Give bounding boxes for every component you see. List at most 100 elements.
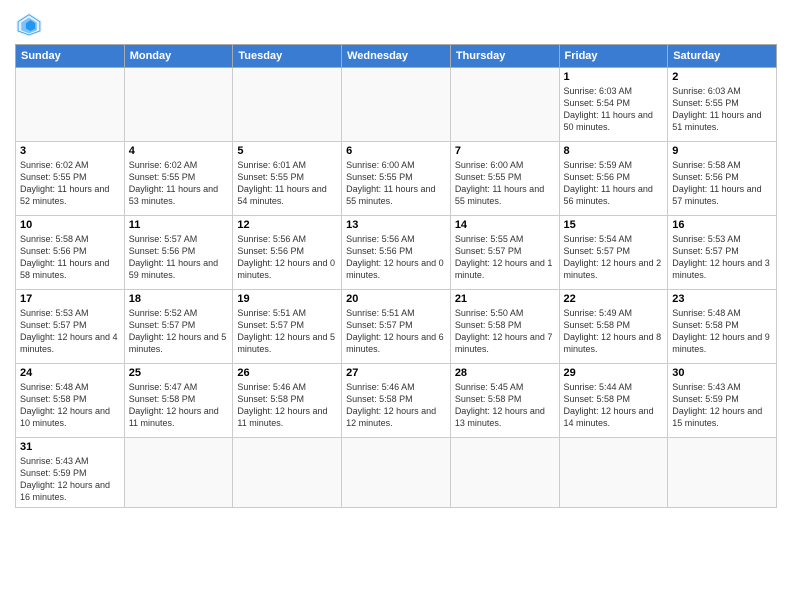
calendar-cell: 11 Sunrise: 5:57 AM Sunset: 5:56 PM Dayli… [124,216,233,290]
day-number: 15 [564,219,664,231]
calendar-cell: 4 Sunrise: 6:02 AM Sunset: 5:55 PM Daylig… [124,142,233,216]
calendar-cell [16,68,125,142]
day-info: Sunrise: 5:43 AM Sunset: 5:59 PM Dayligh… [20,455,120,504]
weekday-header-sunday: Sunday [16,45,125,68]
day-info: Sunrise: 5:59 AM Sunset: 5:56 PM Dayligh… [564,159,664,208]
day-number: 18 [129,293,229,305]
calendar-cell: 28Sunrise: 5:45 AM Sunset: 5:58 PM Dayli… [450,364,559,438]
calendar-cell: 25Sunrise: 5:47 AM Sunset: 5:58 PM Dayli… [124,364,233,438]
weekday-header-tuesday: Tuesday [233,45,342,68]
calendar-cell: 7 Sunrise: 6:00 AM Sunset: 5:55 PM Daylig… [450,142,559,216]
day-number: 6 [346,145,446,157]
day-info: Sunrise: 6:01 AM Sunset: 5:55 PM Dayligh… [237,159,337,208]
day-number: 14 [455,219,555,231]
week-row-4: 17 Sunrise: 5:53 AM Sunset: 5:57 PM Dayli… [16,290,777,364]
day-number: 30 [672,367,772,379]
day-number: 12 [237,219,337,231]
calendar-cell: 19 Sunrise: 5:51 AM Sunset: 5:57 PM Dayli… [233,290,342,364]
day-info: Sunrise: 6:00 AM Sunset: 5:55 PM Dayligh… [455,159,555,208]
day-number: 4 [129,145,229,157]
calendar-cell: 30Sunrise: 5:43 AM Sunset: 5:59 PM Dayli… [668,364,777,438]
day-info: Sunrise: 6:02 AM Sunset: 5:55 PM Dayligh… [129,159,229,208]
day-info: Sunrise: 5:48 AM Sunset: 5:58 PM Dayligh… [672,307,772,356]
calendar-cell: 20 Sunrise: 5:51 AM Sunset: 5:57 PM Dayli… [342,290,451,364]
day-number: 20 [346,293,446,305]
day-number: 1 [564,71,664,83]
header [15,10,777,38]
day-number: 17 [20,293,120,305]
day-info: Sunrise: 5:53 AM Sunset: 5:57 PM Dayligh… [672,233,772,282]
day-info: Sunrise: 5:54 AM Sunset: 5:57 PM Dayligh… [564,233,664,282]
calendar-cell: 17 Sunrise: 5:53 AM Sunset: 5:57 PM Dayli… [16,290,125,364]
day-number: 11 [129,219,229,231]
day-info: Sunrise: 5:46 AM Sunset: 5:58 PM Dayligh… [346,381,446,430]
calendar-cell: 23 Sunrise: 5:48 AM Sunset: 5:58 PM Dayli… [668,290,777,364]
day-info: Sunrise: 6:00 AM Sunset: 5:55 PM Dayligh… [346,159,446,208]
day-number: 7 [455,145,555,157]
calendar-cell [124,438,233,508]
day-number: 26 [237,367,337,379]
calendar-cell: 14 Sunrise: 5:55 AM Sunset: 5:57 PM Dayli… [450,216,559,290]
day-info: Sunrise: 5:51 AM Sunset: 5:57 PM Dayligh… [346,307,446,356]
day-info: Sunrise: 5:51 AM Sunset: 5:57 PM Dayligh… [237,307,337,356]
calendar-cell: 6 Sunrise: 6:00 AM Sunset: 5:55 PM Daylig… [342,142,451,216]
calendar-cell: 5Sunrise: 6:01 AM Sunset: 5:55 PM Daylig… [233,142,342,216]
day-info: Sunrise: 5:57 AM Sunset: 5:56 PM Dayligh… [129,233,229,282]
day-info: Sunrise: 5:55 AM Sunset: 5:57 PM Dayligh… [455,233,555,282]
day-number: 29 [564,367,664,379]
calendar: SundayMondayTuesdayWednesdayThursdayFrid… [15,44,777,508]
calendar-cell: 10 Sunrise: 5:58 AM Sunset: 5:56 PM Dayli… [16,216,125,290]
calendar-cell: 21 Sunrise: 5:50 AM Sunset: 5:58 PM Dayli… [450,290,559,364]
weekday-header-friday: Friday [559,45,668,68]
day-number: 10 [20,219,120,231]
day-info: Sunrise: 5:44 AM Sunset: 5:58 PM Dayligh… [564,381,664,430]
day-info: Sunrise: 5:56 AM Sunset: 5:56 PM Dayligh… [237,233,337,282]
day-info: Sunrise: 5:56 AM Sunset: 5:56 PM Dayligh… [346,233,446,282]
day-number: 19 [237,293,337,305]
day-number: 21 [455,293,555,305]
day-number: 2 [672,71,772,83]
calendar-cell: 3 Sunrise: 6:02 AM Sunset: 5:55 PM Daylig… [16,142,125,216]
calendar-cell [668,438,777,508]
calendar-cell: 31 Sunrise: 5:43 AM Sunset: 5:59 PM Dayli… [16,438,125,508]
calendar-cell: 8 Sunrise: 5:59 AM Sunset: 5:56 PM Daylig… [559,142,668,216]
day-info: Sunrise: 5:50 AM Sunset: 5:58 PM Dayligh… [455,307,555,356]
day-info: Sunrise: 6:03 AM Sunset: 5:55 PM Dayligh… [672,85,772,134]
day-number: 27 [346,367,446,379]
day-info: Sunrise: 6:02 AM Sunset: 5:55 PM Dayligh… [20,159,120,208]
day-number: 16 [672,219,772,231]
calendar-cell: 9 Sunrise: 5:58 AM Sunset: 5:56 PM Daylig… [668,142,777,216]
calendar-cell [342,438,451,508]
day-number: 9 [672,145,772,157]
day-number: 3 [20,145,120,157]
weekday-header-saturday: Saturday [668,45,777,68]
day-info: Sunrise: 5:58 AM Sunset: 5:56 PM Dayligh… [672,159,772,208]
calendar-cell: 12 Sunrise: 5:56 AM Sunset: 5:56 PM Dayli… [233,216,342,290]
logo [15,10,47,38]
week-row-1: 1 Sunrise: 6:03 AM Sunset: 5:54 PM Daylig… [16,68,777,142]
day-number: 23 [672,293,772,305]
calendar-cell: 16 Sunrise: 5:53 AM Sunset: 5:57 PM Dayli… [668,216,777,290]
calendar-cell: 1 Sunrise: 6:03 AM Sunset: 5:54 PM Daylig… [559,68,668,142]
weekday-header-row: SundayMondayTuesdayWednesdayThursdayFrid… [16,45,777,68]
calendar-cell [233,438,342,508]
day-info: Sunrise: 5:47 AM Sunset: 5:58 PM Dayligh… [129,381,229,430]
calendar-cell: 15 Sunrise: 5:54 AM Sunset: 5:57 PM Dayli… [559,216,668,290]
weekday-header-thursday: Thursday [450,45,559,68]
day-info: Sunrise: 5:53 AM Sunset: 5:57 PM Dayligh… [20,307,120,356]
calendar-cell: 2 Sunrise: 6:03 AM Sunset: 5:55 PM Daylig… [668,68,777,142]
calendar-cell [559,438,668,508]
day-number: 24 [20,367,120,379]
calendar-cell: 18Sunrise: 5:52 AM Sunset: 5:57 PM Dayli… [124,290,233,364]
calendar-cell [450,438,559,508]
day-info: Sunrise: 5:46 AM Sunset: 5:58 PM Dayligh… [237,381,337,430]
day-info: Sunrise: 5:58 AM Sunset: 5:56 PM Dayligh… [20,233,120,282]
week-row-5: 24Sunrise: 5:48 AM Sunset: 5:58 PM Dayli… [16,364,777,438]
calendar-cell: 26 Sunrise: 5:46 AM Sunset: 5:58 PM Dayli… [233,364,342,438]
page: SundayMondayTuesdayWednesdayThursdayFrid… [0,0,792,518]
calendar-cell: 22Sunrise: 5:49 AM Sunset: 5:58 PM Dayli… [559,290,668,364]
day-info: Sunrise: 6:03 AM Sunset: 5:54 PM Dayligh… [564,85,664,134]
day-number: 31 [20,441,120,453]
calendar-cell: 27 Sunrise: 5:46 AM Sunset: 5:58 PM Dayli… [342,364,451,438]
day-number: 8 [564,145,664,157]
